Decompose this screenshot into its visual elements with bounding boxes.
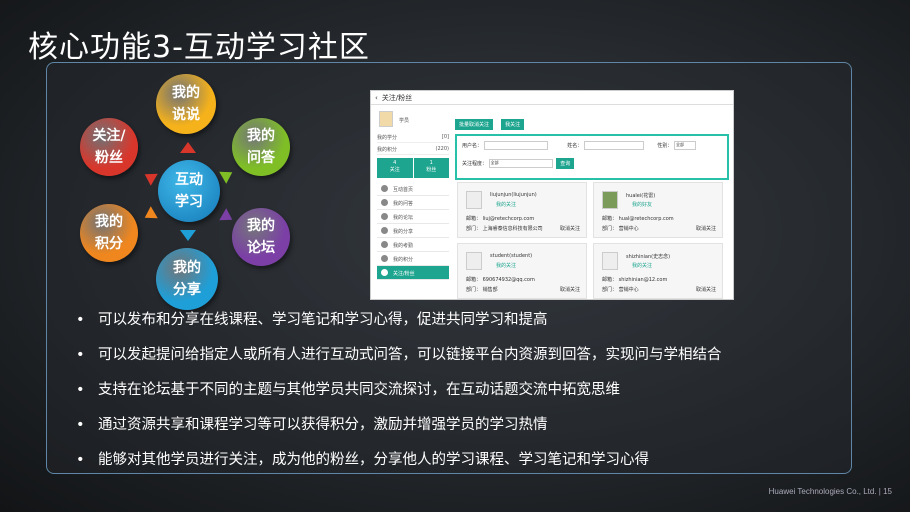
score-row: 我的学分 [0] [377, 131, 449, 143]
arrow-icon [141, 206, 158, 224]
arrow-icon [219, 166, 236, 184]
name-input[interactable] [583, 141, 644, 150]
user-card: liujunjun(liujunjun) 我的关注 邮箱： liuj@retec… [457, 182, 587, 238]
feature-diagram: 互动 学习 我的 说说 我的 问答 我的 论坛 我的 分享 我的 积分 关注/ … [72, 72, 312, 312]
unfollow-link[interactable]: 取消关注 [696, 286, 716, 293]
avatar [466, 252, 482, 270]
level-select[interactable]: 全部 [488, 159, 553, 168]
node-my-share: 我的 分享 [156, 248, 218, 310]
node-my-points: 我的 积分 [80, 204, 138, 262]
feature-list: • 可以发布和分享在线课程、学习笔记和学习心得，促进共同学习和提高 • 可以发起提问… [76, 310, 836, 485]
screenshot-main: 批量取消关注 我关注 用户名： 姓名： 性别： 全部 关注程度： 全部 查询 [455, 111, 729, 180]
node-my-qa: 我的 问答 [232, 118, 290, 176]
bullet-icon: • [76, 347, 85, 363]
username-input[interactable] [483, 141, 548, 150]
follow-stats: 4 关注 1 粉丝 [377, 158, 449, 178]
user-card: hualei(花雷) 我的好友 邮箱： hual@retechcorp.com … [593, 182, 723, 238]
user-card: student(student) 我的关注 邮箱： 690674932@qq.c… [457, 243, 587, 299]
screenshot-title: 关注/粉丝 [381, 93, 413, 102]
bullet-icon: • [76, 452, 85, 468]
bullet-icon: • [76, 312, 85, 328]
arrow-icon [141, 168, 158, 186]
menu-item-active[interactable]: 关注/粉丝 [377, 266, 449, 280]
avatar [379, 111, 393, 127]
list-item: • 能够对其他学员进行关注，成为他的粉丝，分享他人的学习课程、学习笔记和学习心得 [76, 452, 649, 468]
node-follow-fans: 关注/ 粉丝 [80, 118, 138, 176]
gender-select[interactable]: 全部 [674, 141, 697, 150]
user-name: 学员 [399, 118, 410, 124]
follow-count-tile[interactable]: 4 关注 [377, 158, 414, 178]
center-node: 互动 学习 [158, 160, 220, 222]
avatar [602, 191, 618, 209]
page-title: 核心功能3-互动学习社区 [28, 30, 370, 65]
my-follow-button[interactable]: 我关注 [501, 119, 525, 130]
screenshot-header: ‹ 关注/粉丝 [371, 91, 733, 105]
search-button[interactable]: 查询 [556, 158, 575, 169]
batch-unfollow-button[interactable]: 批量取消关注 [455, 119, 494, 130]
unfollow-link[interactable]: 取消关注 [560, 286, 580, 293]
user-card: shizhinian(史志念) 我的关注 邮箱： shizhinian@12.c… [593, 243, 723, 299]
unfollow-link[interactable]: 取消关注 [560, 225, 580, 232]
points-row: 我的积分 (220) [377, 143, 449, 155]
list-item: • 通过资源共享和课程学习等可以获得积分，激励并增强学员的学习热情 [76, 417, 548, 433]
menu-item[interactable]: 互动首页 [377, 182, 449, 196]
sidebar-menu: 互动首页 我的问答 我的论坛 我的分享 我的考勤 我的积分 关注/粉丝 [377, 182, 449, 280]
avatar [602, 252, 618, 270]
chevron-left-icon[interactable]: ‹ [375, 94, 378, 102]
node-my-forum: 我的 论坛 [232, 208, 290, 266]
unfollow-link[interactable]: 取消关注 [696, 225, 716, 232]
app-screenshot: ‹ 关注/粉丝 学员 我的学分 [0] 我的积分 (220) 4 关注 1 粉丝 互动首… [370, 90, 734, 300]
menu-item[interactable]: 我的积分 [377, 252, 449, 266]
menu-item[interactable]: 我的考勤 [377, 238, 449, 252]
node-my-posts: 我的 说说 [156, 74, 216, 134]
search-panel: 用户名： 姓名： 性别： 全部 关注程度： 全部 查询 [455, 134, 729, 180]
user-block: 学员 [377, 109, 449, 131]
bullet-icon: • [76, 382, 85, 398]
screenshot-sidebar: 学员 我的学分 [0] 我的积分 (220) 4 关注 1 粉丝 互动首页 我的问答 我… [377, 109, 449, 280]
footer: Huawei Technologies Co., Ltd. | 15 [768, 487, 892, 496]
list-item: • 可以发布和分享在线课程、学习笔记和学习心得，促进共同学习和提高 [76, 312, 548, 328]
list-item: • 可以发起提问给指定人或所有人进行互动式问答，可以链接平台内资源到回答，实现问与… [76, 347, 722, 363]
list-item: • 支持在论坛基于不同的主题与其他学员共同交流探讨，在互动话题交流中拓宽思维 [76, 382, 620, 398]
menu-item[interactable]: 我的论坛 [377, 210, 449, 224]
avatar [466, 191, 482, 209]
menu-item[interactable]: 我的分享 [377, 224, 449, 238]
arrow-icon [180, 230, 196, 241]
bullet-icon: • [76, 417, 85, 433]
fan-count-tile[interactable]: 1 粉丝 [413, 158, 449, 178]
arrow-icon [219, 208, 236, 226]
menu-item[interactable]: 我的问答 [377, 196, 449, 210]
arrow-icon [180, 142, 196, 153]
